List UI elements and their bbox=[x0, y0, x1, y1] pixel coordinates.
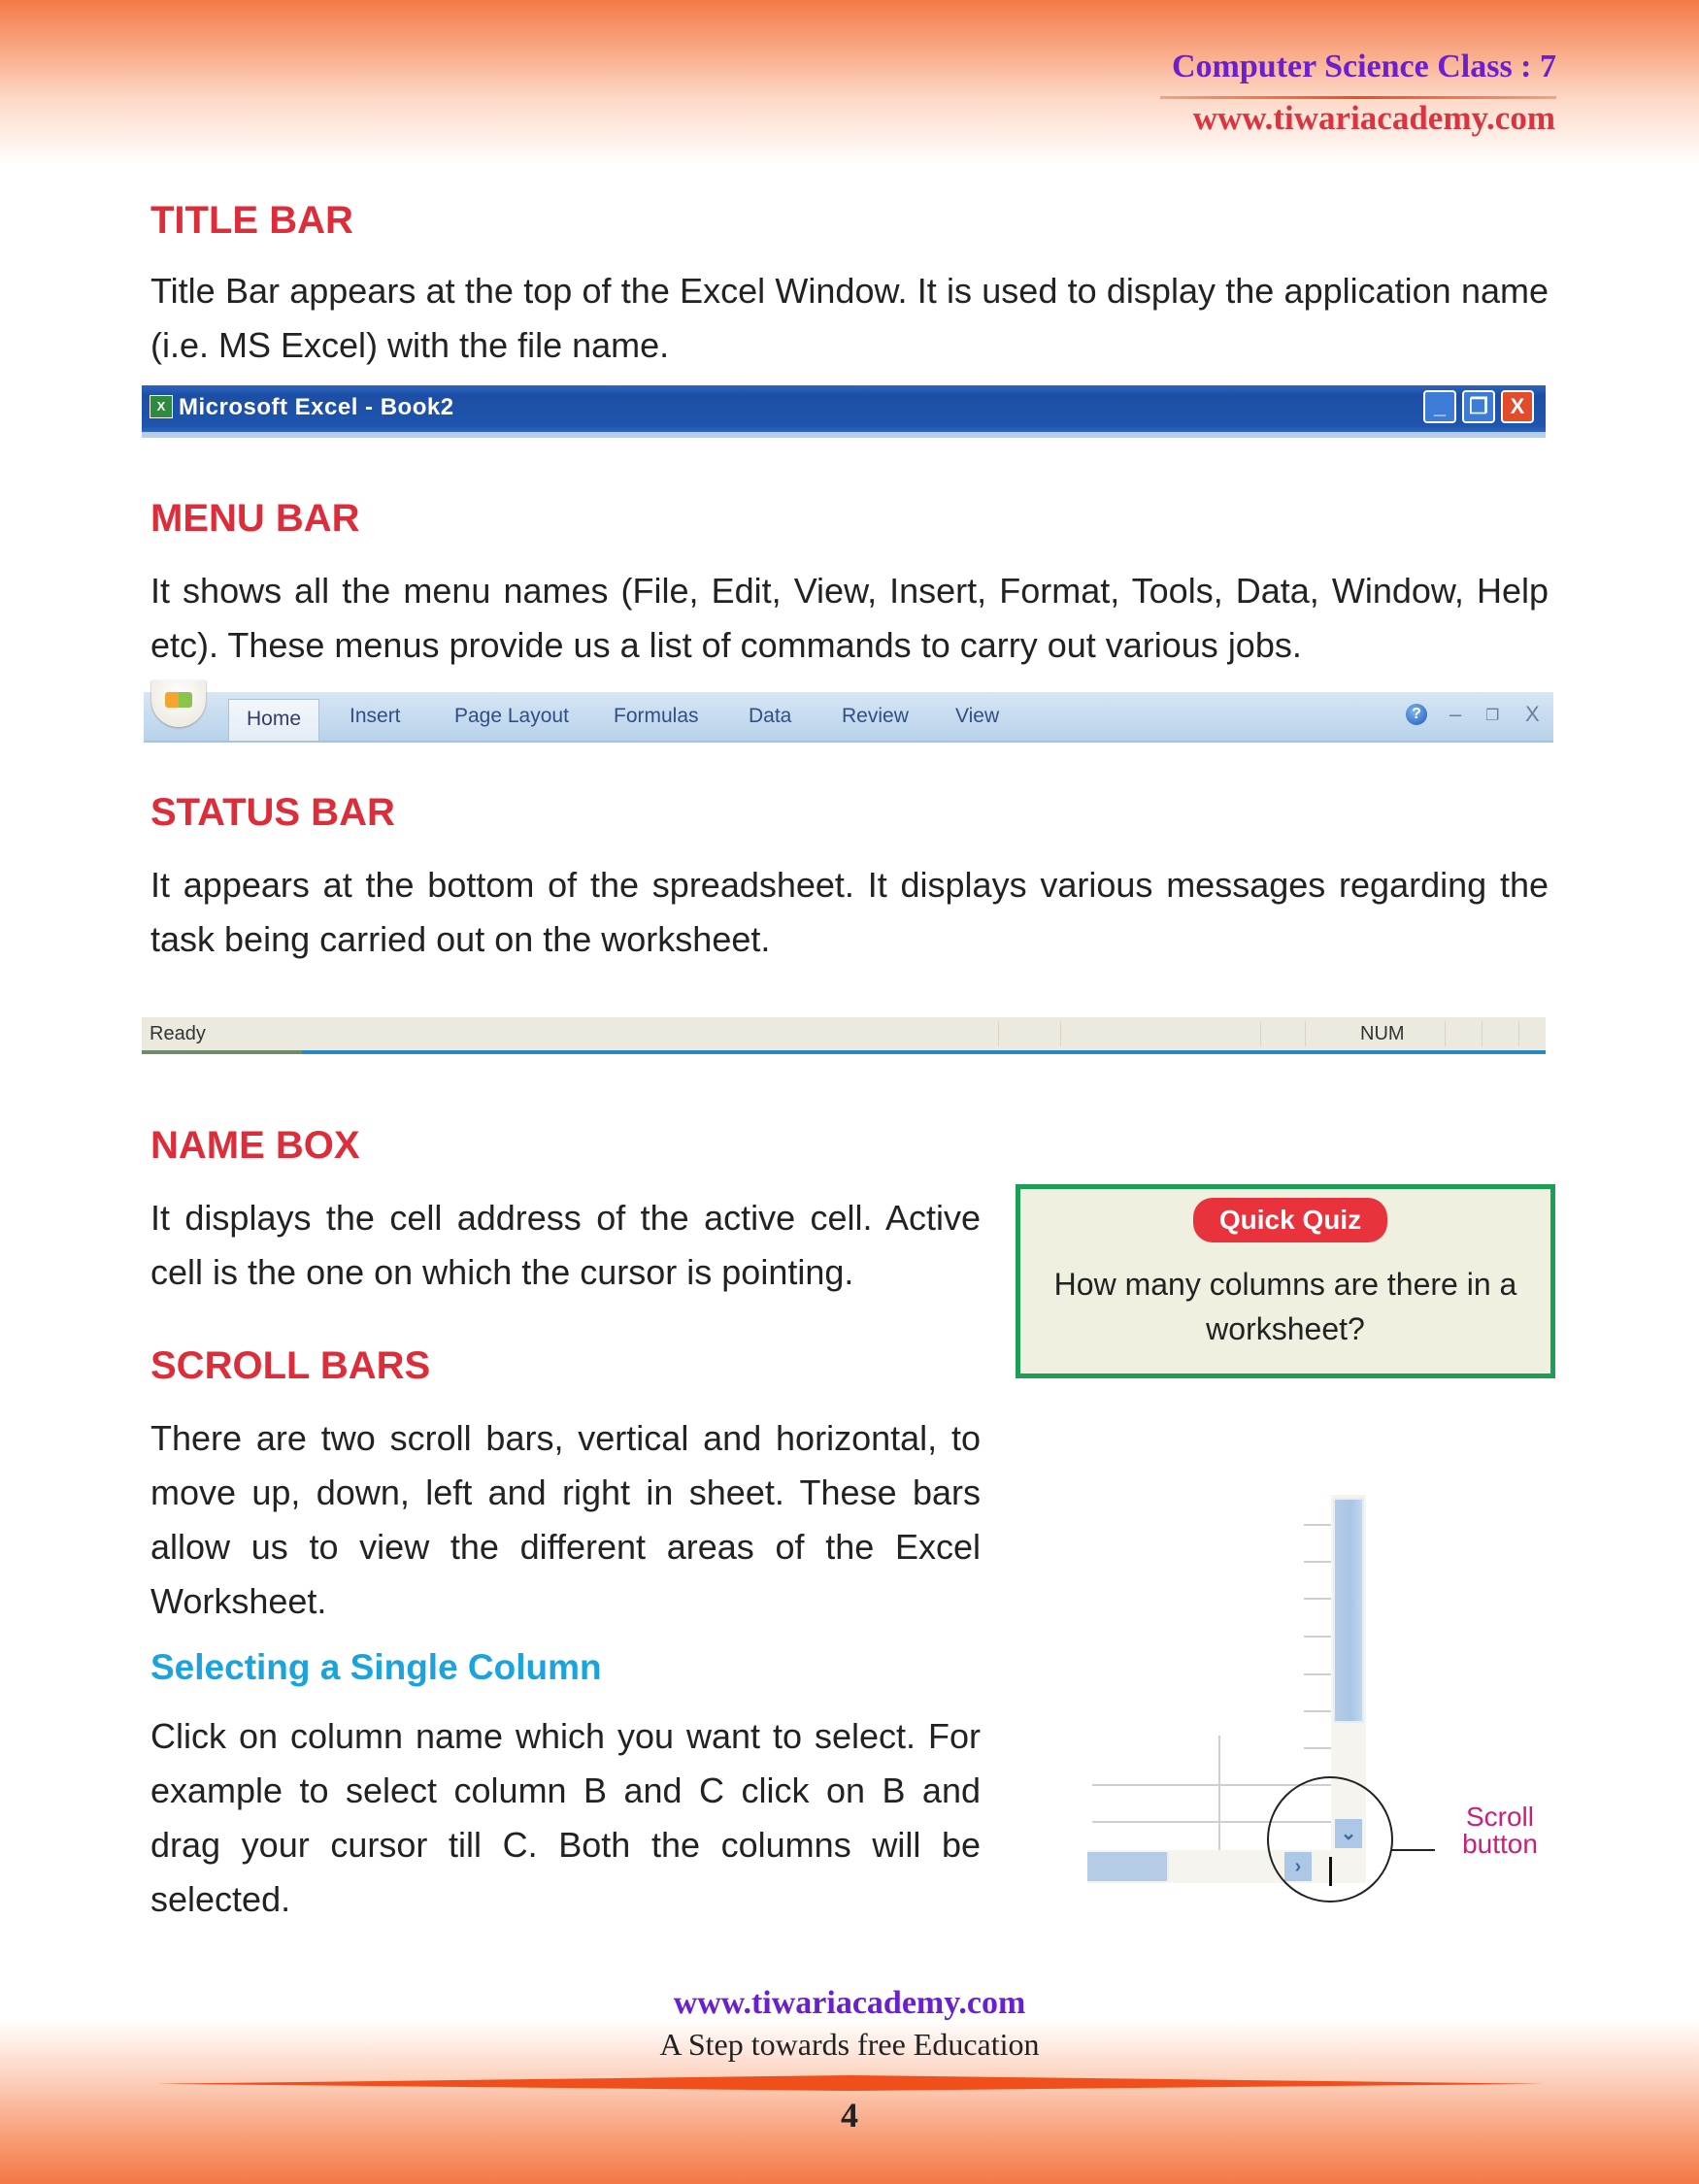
excel-title-bar: X Microsoft Excel - Book2 _ ❐ X bbox=[142, 385, 1546, 436]
paragraph-scroll-bars: There are two scroll bars, vertical and … bbox=[150, 1418, 981, 1621]
office-button[interactable] bbox=[151, 680, 206, 727]
status-bar-edge bbox=[142, 1050, 302, 1054]
status-cell bbox=[998, 1021, 999, 1046]
tab-insert[interactable]: Insert bbox=[350, 705, 401, 728]
scroll-bar-figure: ⌄ › Scroll button bbox=[1087, 1495, 1538, 1903]
status-cell bbox=[1260, 1021, 1261, 1046]
gridline bbox=[1304, 1747, 1331, 1749]
subheading-select-column: Selecting a Single Column bbox=[150, 1647, 602, 1687]
quick-quiz-badge: Quick Quiz bbox=[1193, 1198, 1387, 1242]
quiz-question: How many columns are there in a workshee… bbox=[1053, 1267, 1517, 1346]
paragraph-status-bar: It appears at the bottom of the spreadsh… bbox=[150, 865, 1549, 959]
gridline bbox=[1304, 1710, 1331, 1712]
status-cell bbox=[1518, 1021, 1519, 1046]
callout-line bbox=[1391, 1849, 1435, 1851]
ribbon-restore-button[interactable]: ❐ bbox=[1485, 706, 1499, 725]
excel-status-bar: Ready NUM bbox=[142, 1017, 1546, 1054]
heading-scroll-bars: SCROLL BARS bbox=[150, 1344, 431, 1387]
heading-status-bar: STATUS BAR bbox=[150, 791, 395, 834]
status-cell bbox=[1060, 1021, 1061, 1046]
minimize-button[interactable]: _ bbox=[1423, 390, 1456, 423]
heading-title-bar: TITLE BAR bbox=[150, 199, 353, 242]
page-number: 4 bbox=[841, 2096, 858, 2134]
paragraph-menu-bar: It shows all the menu names (File, Edit,… bbox=[150, 571, 1549, 665]
gridline bbox=[1304, 1598, 1331, 1600]
paragraph-title-bar: Title Bar appears at the top of the Exce… bbox=[150, 271, 1549, 365]
status-bar-edge bbox=[302, 1050, 1546, 1054]
header-title: Computer Science Class : 7 bbox=[1172, 49, 1556, 84]
status-num-indicator: NUM bbox=[1360, 1023, 1405, 1044]
restore-button[interactable]: ❐ bbox=[1462, 390, 1495, 423]
gridline bbox=[1304, 1636, 1331, 1638]
scroll-button-label: Scroll button bbox=[1462, 1802, 1538, 1859]
vertical-scroll-thumb[interactable] bbox=[1333, 1498, 1364, 1723]
gridline bbox=[1304, 1524, 1331, 1526]
heading-name-box: NAME BOX bbox=[150, 1124, 360, 1167]
quick-quiz-box: Quick Quiz How many columns are there in… bbox=[1016, 1184, 1555, 1378]
tab-page-layout[interactable]: Page Layout bbox=[454, 705, 569, 728]
status-cell bbox=[1445, 1021, 1446, 1046]
horizontal-scroll-thumb[interactable] bbox=[1087, 1852, 1169, 1881]
gridline bbox=[1218, 1736, 1220, 1852]
status-ready: Ready bbox=[150, 1023, 206, 1044]
help-icon[interactable]: ? bbox=[1406, 704, 1427, 725]
highlight-circle bbox=[1267, 1776, 1393, 1903]
paragraph-name-box: It displays the cell address of the acti… bbox=[150, 1198, 981, 1292]
ribbon-tab-bar: Home Insert Page Layout Formulas Data Re… bbox=[144, 680, 1553, 743]
excel-icon: X bbox=[150, 395, 173, 418]
ribbon-minimize-button[interactable]: – bbox=[1449, 702, 1461, 727]
status-cell bbox=[1305, 1021, 1306, 1046]
tab-home[interactable]: Home bbox=[228, 699, 319, 741]
heading-menu-bar: MENU BAR bbox=[150, 497, 360, 540]
tab-formulas[interactable]: Formulas bbox=[614, 705, 699, 728]
paragraph-select-column: Click on column name which you want to s… bbox=[150, 1716, 981, 1919]
tab-view[interactable]: View bbox=[955, 705, 999, 728]
gridline bbox=[1304, 1561, 1331, 1563]
footer-tagline: A Step towards free Education bbox=[659, 2027, 1040, 2062]
header-url[interactable]: www.tiwariacademy.com bbox=[1193, 99, 1555, 138]
office-logo-icon bbox=[165, 692, 192, 708]
ribbon-close-button[interactable]: X bbox=[1525, 702, 1540, 727]
gridline bbox=[1304, 1673, 1331, 1675]
tab-data[interactable]: Data bbox=[749, 705, 791, 728]
footer-url[interactable]: www.tiwariacademy.com bbox=[0, 1985, 1699, 2022]
close-button[interactable]: X bbox=[1501, 390, 1534, 423]
tab-review[interactable]: Review bbox=[842, 705, 909, 728]
title-bar-shadow bbox=[142, 432, 1546, 438]
excel-window-title: Microsoft Excel - Book2 bbox=[179, 394, 454, 420]
